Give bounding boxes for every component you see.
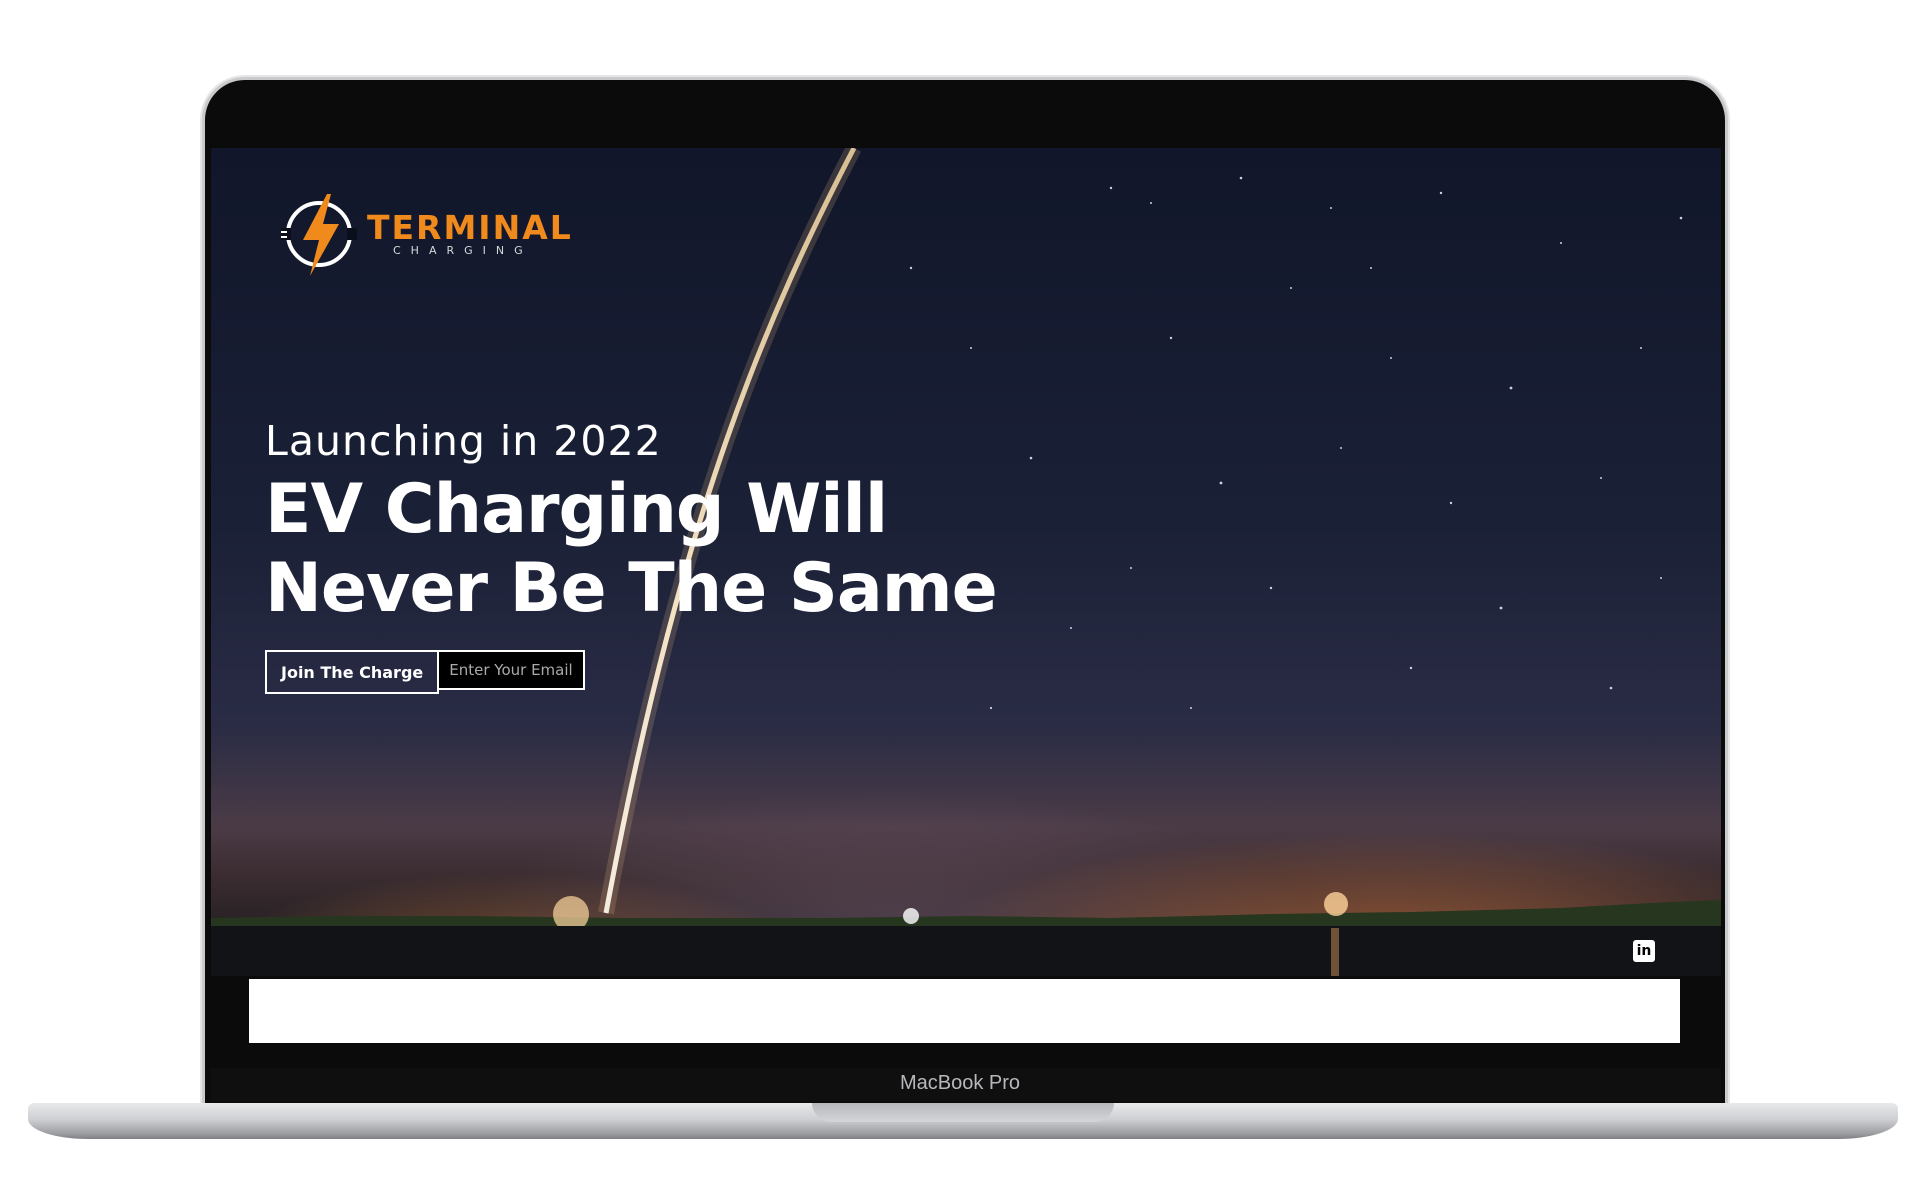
website-screen: TERMINAL CHARGING Launching in 2022 EV C… [211, 148, 1721, 976]
blank-page-strip [249, 979, 1680, 1043]
join-the-charge-button[interactable]: Join The Charge [265, 650, 440, 694]
bolt-plug-icon [281, 194, 357, 276]
laptop-notch [812, 1103, 1114, 1122]
hero-headline: EV Charging Will Never Be The Same [265, 470, 998, 628]
hero-kicker: Launching in 2022 [265, 417, 662, 465]
hero-section: Launching in 2022 EV Charging Will Never… [265, 416, 998, 694]
logo-title: TERMINAL [367, 208, 573, 247]
signup-form: Join The Charge Enter Your Email [265, 650, 997, 694]
hero-headline-line-1: EV Charging Will [265, 470, 888, 549]
hero-headline-line-2: Never Be The Same [265, 549, 998, 628]
mockup-stage: TERMINAL CHARGING Launching in 2022 EV C… [0, 0, 1920, 1188]
email-input[interactable]: Enter Your Email [439, 650, 586, 690]
logo-wordmark: TERMINAL CHARGING [367, 211, 573, 257]
linkedin-icon[interactable]: in [1633, 940, 1655, 962]
site-logo[interactable]: TERMINAL CHARGING [277, 188, 573, 280]
device-label: MacBook Pro [899, 1072, 1021, 1094]
